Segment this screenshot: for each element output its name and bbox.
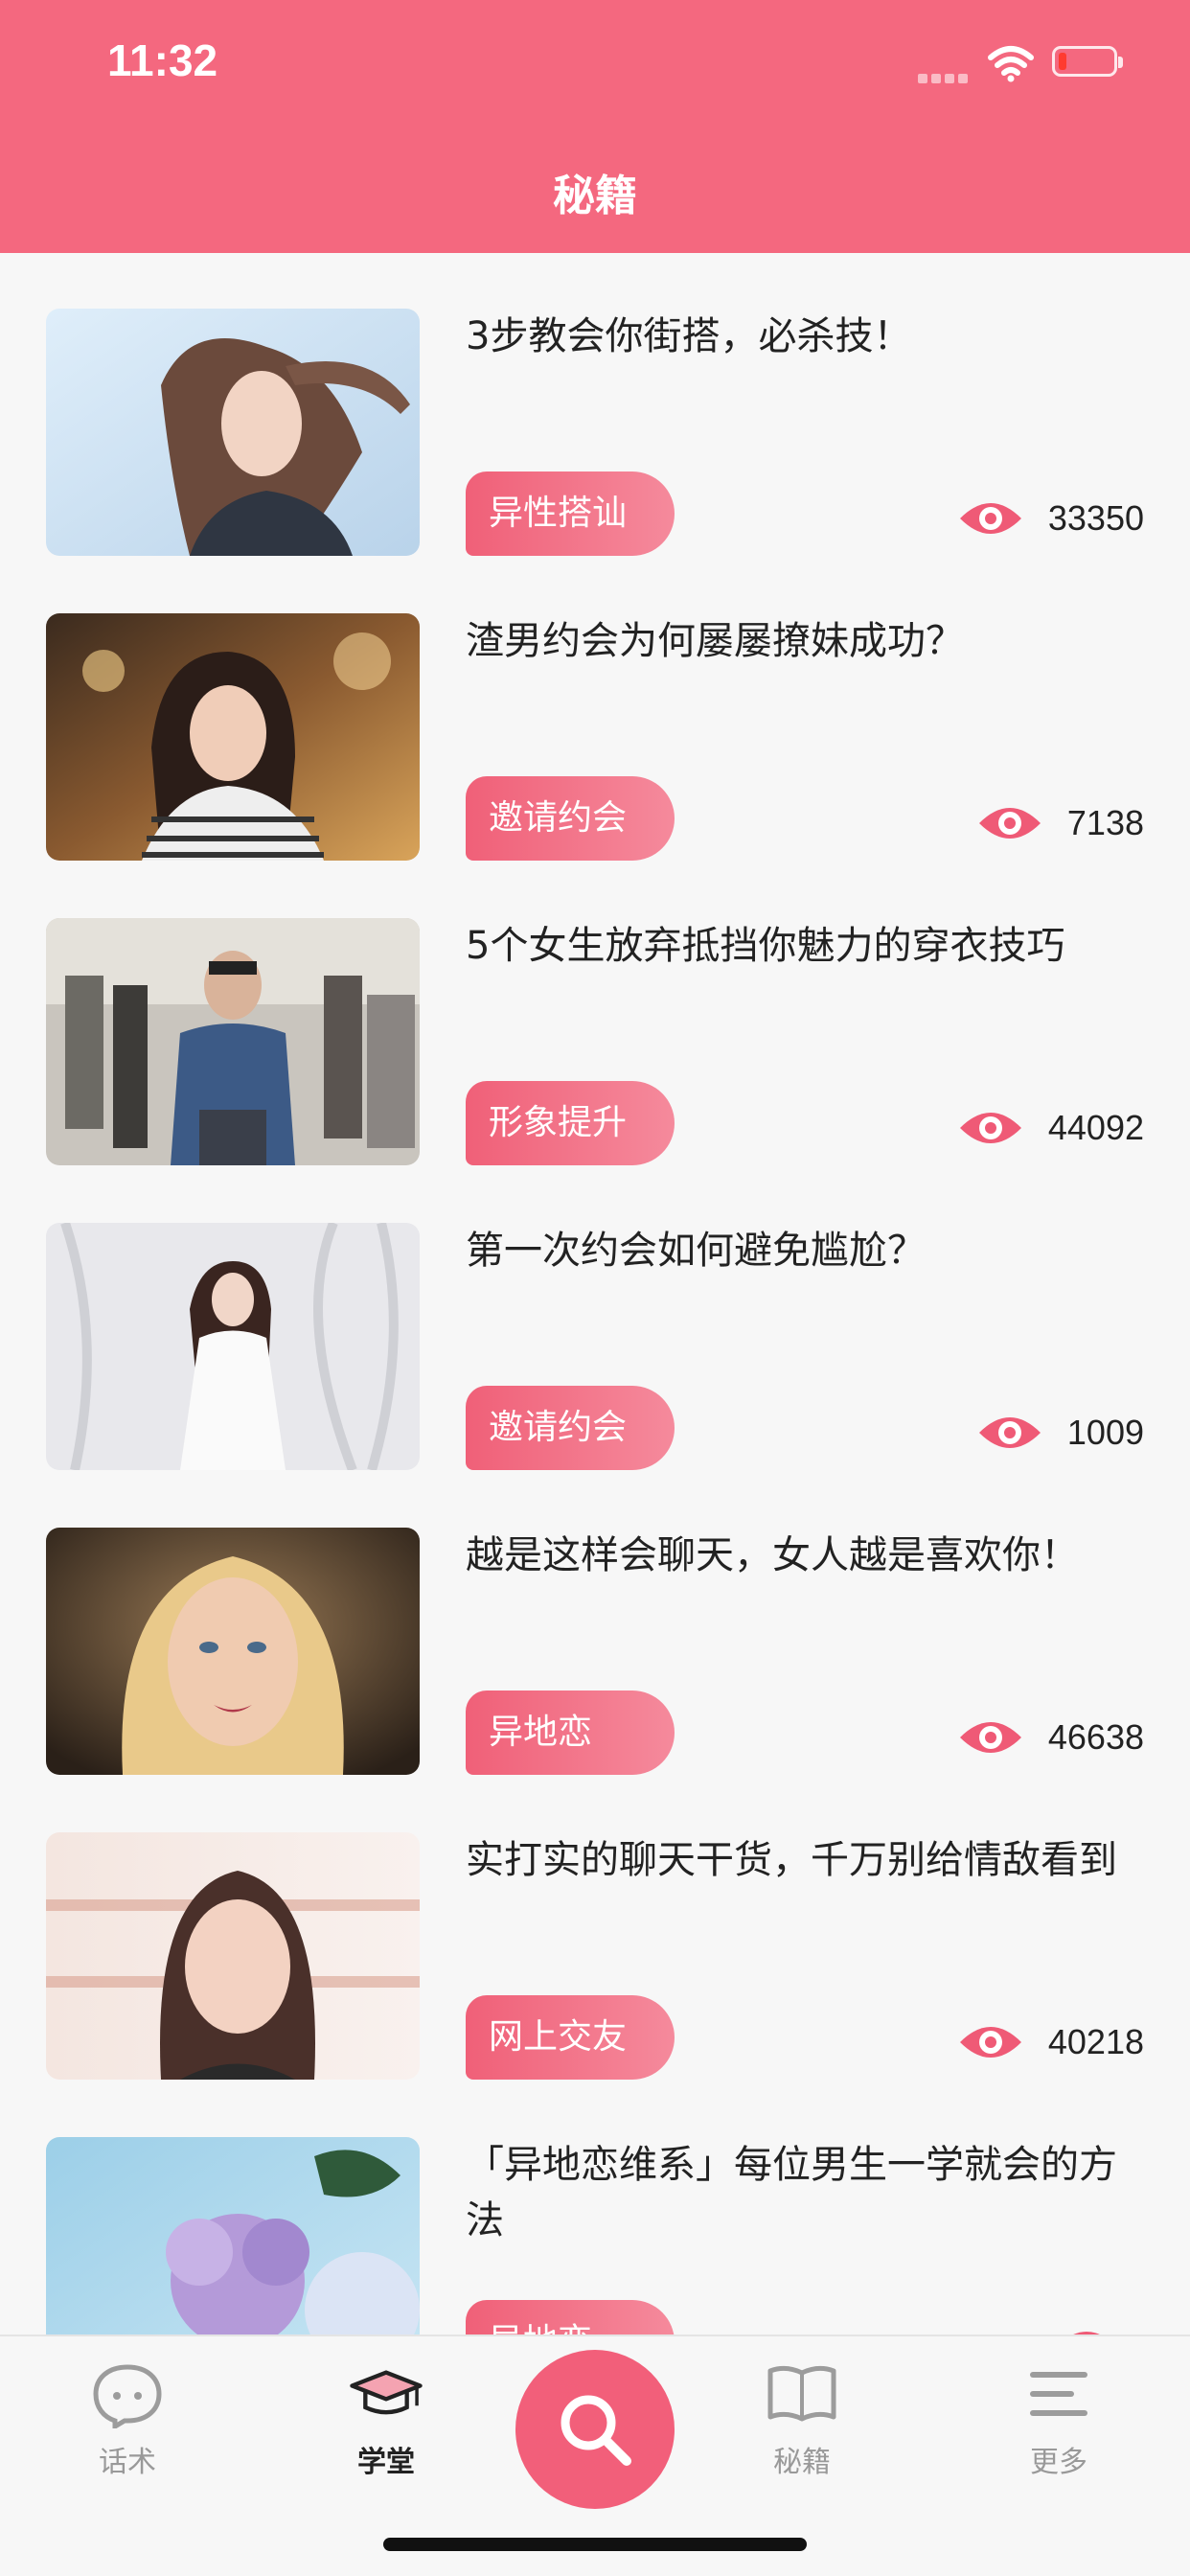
article-item[interactable]: 第一次约会如何避免尴尬？ 邀请约会 1009 (0, 1167, 1190, 1472)
category-tag[interactable]: 邀请约会 (466, 776, 675, 861)
view-count: 33350 (1047, 498, 1144, 538)
tab-huashu[interactable]: 话术 (56, 2361, 199, 2480)
view-count: 44092 (1047, 1108, 1144, 1147)
eye-icon (1073, 2332, 1100, 2334)
article-title[interactable]: 「异地恋维系」每位男生一学就会的方法 (466, 2137, 1117, 2248)
view-count: 7138 (1066, 803, 1144, 842)
cellular-signal-icon (918, 69, 972, 83)
eye-icon (959, 503, 1021, 534)
article-thumbnail[interactable] (46, 1528, 420, 1775)
article-title[interactable]: 3步教会你街搭，必杀技！ (466, 309, 1117, 364)
article-thumbnail[interactable] (46, 613, 420, 861)
article-thumbnail[interactable] (46, 918, 420, 1165)
header-bar: 11:32 秘籍 (0, 0, 1190, 253)
view-count: 40218 (1047, 2022, 1144, 2061)
tab-label: 话术 (99, 2446, 156, 2479)
article-title[interactable]: 实打实的聊天干货，千万别给情敌看到 (466, 1832, 1117, 1888)
tab-miji[interactable]: 秘籍 (730, 2361, 874, 2480)
graduation-cap-icon (350, 2370, 423, 2415)
article-title[interactable]: 5个女生放弃抵挡你魅力的穿衣技巧 (466, 918, 1117, 974)
article-item[interactable]: 3步教会你街搭，必杀技！ 异性搭讪 33350 (0, 253, 1190, 558)
view-count-group: 7138 (977, 799, 1144, 847)
view-count: 1009 (1066, 1413, 1144, 1452)
category-tag[interactable]: 邀请约会 (466, 1386, 675, 1470)
tab-xuetang[interactable]: 学堂 (314, 2361, 458, 2480)
view-count-group (1054, 2323, 1144, 2334)
view-count-group: 33350 (958, 494, 1144, 542)
article-thumbnail[interactable] (46, 1832, 420, 2080)
wifi-icon (988, 46, 1034, 82)
menu-icon (1030, 2372, 1087, 2416)
search-button[interactable] (515, 2350, 675, 2509)
article-title[interactable]: 越是这样会聊天，女人越是喜欢你！ (466, 1528, 1117, 1583)
category-tag[interactable]: 异地恋 (466, 2300, 675, 2334)
tab-label: 更多 (1030, 2446, 1087, 2479)
eye-icon (978, 1417, 1041, 1448)
article-item[interactable]: 「异地恋维系」每位男生一学就会的方法 异地恋 (0, 2082, 1190, 2334)
tab-more[interactable]: 更多 (987, 2361, 1131, 2480)
page-title: 秘籍 (553, 172, 637, 220)
article-thumbnail[interactable] (46, 309, 420, 556)
search-icon (561, 2395, 631, 2466)
article-item[interactable]: 实打实的聊天干货，千万别给情敌看到 网上交友 40218 (0, 1777, 1190, 2082)
category-tag[interactable]: 形象提升 (466, 1081, 675, 1165)
article-item[interactable]: 5个女生放弃抵挡你魅力的穿衣技巧 形象提升 44092 (0, 862, 1190, 1167)
article-thumbnail[interactable] (46, 1223, 420, 1470)
battery-icon (1052, 46, 1123, 77)
article-list[interactable]: 3步教会你街搭，必杀技！ 异性搭讪 33350 渣男约会为何屡屡撩妹成功？ 邀请… (0, 253, 1190, 2334)
view-count-group: 44092 (958, 1104, 1144, 1152)
chat-bubble-icon (93, 2364, 162, 2428)
article-item[interactable]: 越是这样会聊天，女人越是喜欢你！ 异地恋 46638 (0, 1472, 1190, 1777)
view-count-group: 40218 (958, 2018, 1144, 2066)
status-time: 11:32 (107, 35, 218, 85)
eye-icon (978, 808, 1041, 839)
eye-icon (959, 1722, 1021, 1753)
category-tag[interactable]: 异性搭讪 (466, 472, 675, 556)
article-title[interactable]: 渣男约会为何屡屡撩妹成功？ (466, 613, 1117, 669)
home-indicator (383, 2538, 807, 2551)
view-count-group: 46638 (958, 1714, 1144, 1761)
article-title[interactable]: 第一次约会如何避免尴尬？ (466, 1223, 1117, 1278)
book-icon (767, 2365, 836, 2422)
eye-icon (959, 1113, 1021, 1143)
view-count-group: 1009 (977, 1409, 1144, 1457)
tab-label: 秘籍 (773, 2446, 831, 2479)
article-thumbnail[interactable] (46, 2137, 420, 2334)
article-item[interactable]: 渣男约会为何屡屡撩妹成功？ 邀请约会 7138 (0, 558, 1190, 862)
eye-icon (959, 2027, 1021, 2058)
category-tag[interactable]: 异地恋 (466, 1690, 675, 1775)
tab-label: 学堂 (357, 2446, 415, 2479)
view-count: 46638 (1047, 1717, 1144, 1757)
category-tag[interactable]: 网上交友 (466, 1995, 675, 2080)
